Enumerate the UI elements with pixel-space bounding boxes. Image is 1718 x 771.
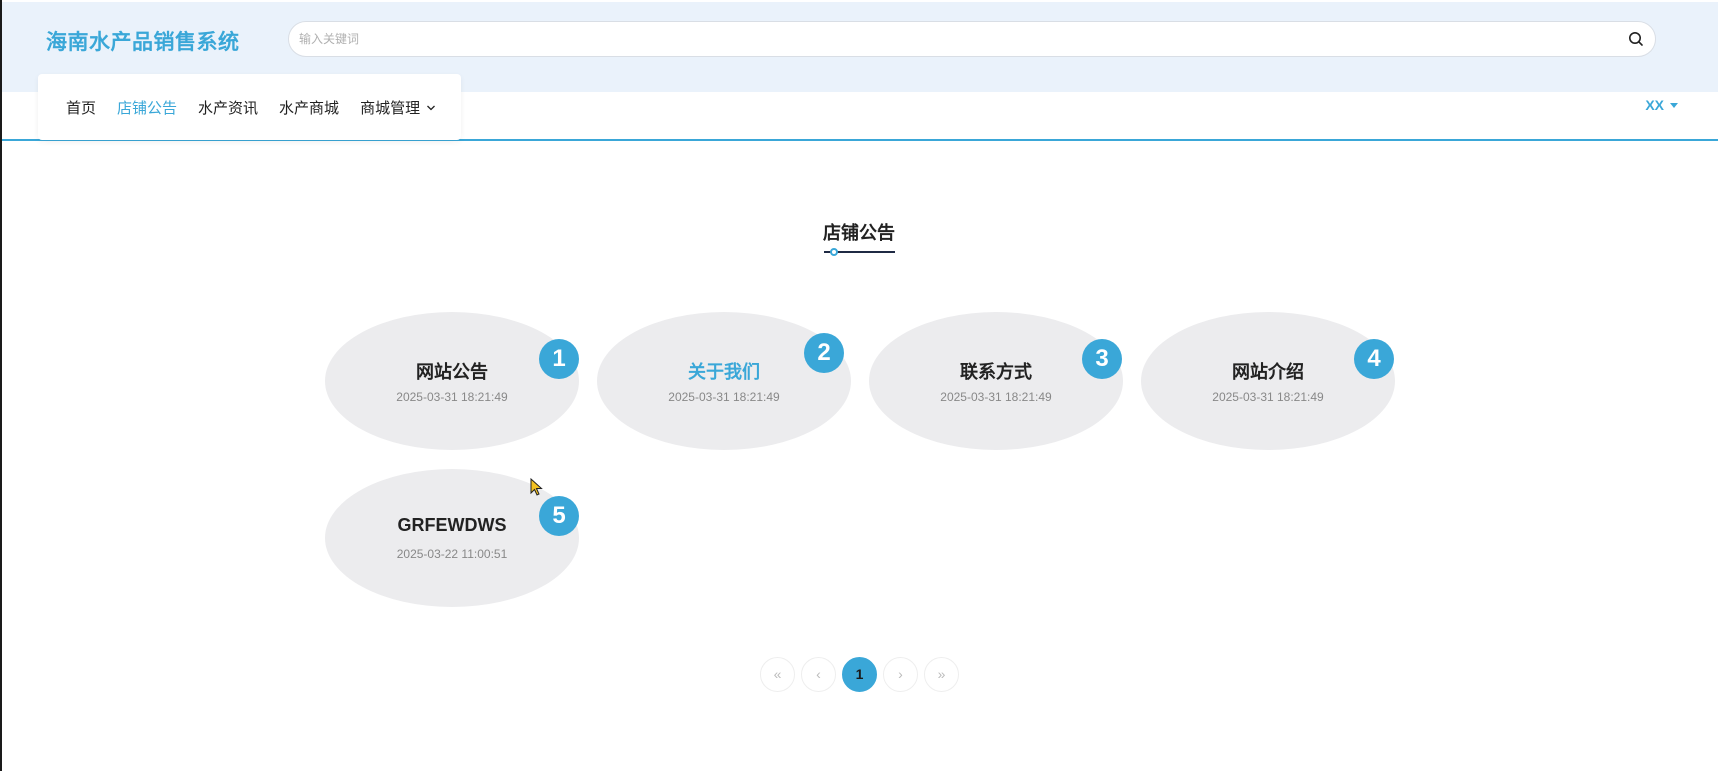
- page-number-button[interactable]: 1: [842, 657, 877, 692]
- site-brand-title[interactable]: 海南水产品销售系统: [46, 26, 240, 56]
- section-title: 店铺公告: [823, 223, 895, 243]
- nav-item-label: 水产资讯: [198, 100, 259, 117]
- announcement-number-badge: 2: [804, 333, 844, 373]
- mouse-cursor-icon: [530, 478, 543, 496]
- nav-item-label: 首页: [66, 100, 97, 117]
- next-page-button[interactable]: ›: [883, 657, 918, 692]
- chevron-down-icon: [427, 105, 436, 110]
- announcement-card[interactable]: 关于我们 2025-03-31 18:21:49: [597, 312, 851, 450]
- nav-menu: 首页 店铺公告 水产资讯 水产商城 商城管理: [66, 97, 457, 118]
- user-name: XX: [1645, 97, 1664, 113]
- announcement-card[interactable]: 联系方式 2025-03-31 18:21:49: [869, 312, 1123, 450]
- search-input[interactable]: [299, 22, 1599, 56]
- main-navbar: 首页 店铺公告 水产资讯 水产商城 商城管理 XX: [2, 74, 1718, 141]
- user-menu[interactable]: XX: [1645, 97, 1678, 113]
- announcement-date: 2025-03-22 11:00:51: [396, 547, 508, 561]
- announcement-date: 2025-03-31 18:21:49: [668, 390, 780, 404]
- announcement-date: 2025-03-31 18:21:49: [1212, 390, 1324, 404]
- announcement-date: 2025-03-31 18:21:49: [396, 390, 508, 404]
- announcement-number-badge: 1: [539, 339, 579, 379]
- search-icon[interactable]: [1627, 30, 1645, 48]
- announcement-card[interactable]: 网站介绍 2025-03-31 18:21:49: [1141, 312, 1395, 450]
- nav-item-aquatic-news[interactable]: 水产资讯: [198, 97, 258, 118]
- nav-item-aquatic-mall[interactable]: 水产商城: [279, 97, 339, 118]
- announcement-date: 2025-03-31 18:21:49: [940, 390, 1052, 404]
- nav-item-store-notices[interactable]: 店铺公告: [117, 97, 177, 118]
- nav-item-label: 店铺公告: [117, 100, 178, 117]
- pagination: « ‹ 1 › »: [760, 657, 959, 692]
- search-bar: [288, 21, 1656, 57]
- announcement-number-badge: 3: [1082, 339, 1122, 379]
- title-dot-icon: [830, 248, 838, 256]
- nav-item-label: 水产商城: [279, 100, 340, 117]
- prev-page-button[interactable]: ‹: [801, 657, 836, 692]
- first-page-button[interactable]: «: [760, 657, 795, 692]
- nav-item-mall-management[interactable]: 商城管理: [360, 97, 436, 118]
- announcement-card[interactable]: 网站公告 2025-03-31 18:21:49: [325, 312, 579, 450]
- nav-menu-card: 首页 店铺公告 水产资讯 水产商城 商城管理: [38, 74, 461, 140]
- announcement-number-badge: 4: [1354, 339, 1394, 379]
- nav-item-label: 商城管理: [360, 100, 421, 117]
- nav-item-home[interactable]: 首页: [66, 97, 96, 118]
- caret-down-icon: [1670, 102, 1678, 108]
- last-page-button[interactable]: »: [924, 657, 959, 692]
- announcement-number-badge: 5: [539, 496, 579, 536]
